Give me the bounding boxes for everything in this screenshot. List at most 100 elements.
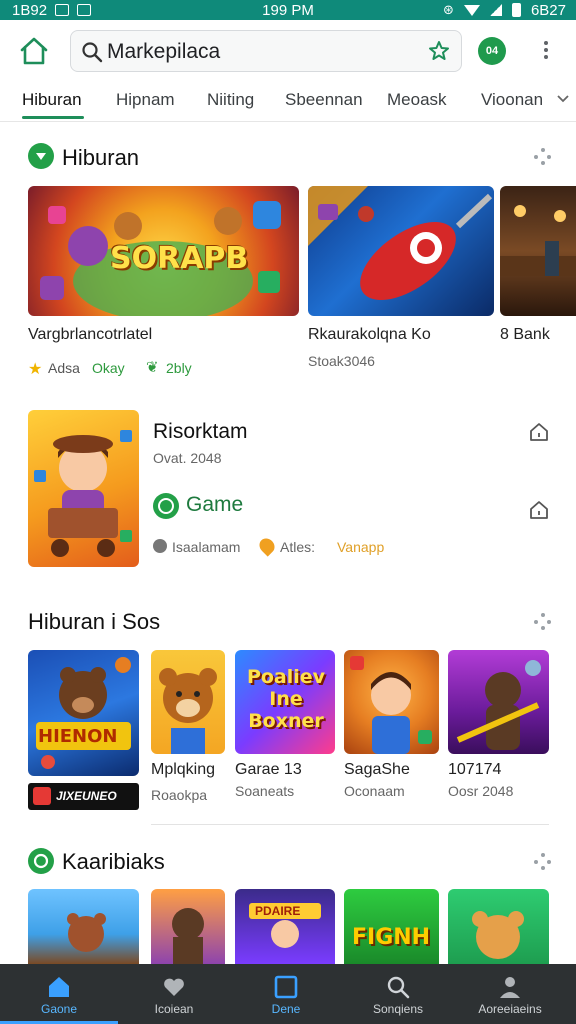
home-icon[interactable]	[18, 36, 50, 66]
person-icon	[500, 977, 520, 998]
game-art-title: SORAPB	[110, 241, 249, 276]
wifi-icon	[463, 4, 480, 16]
game-label: Game	[186, 493, 244, 516]
battery-icon	[511, 3, 521, 17]
section-more-icon[interactable]	[534, 853, 552, 871]
game-thumbnail[interactable]: SORAPB	[28, 186, 299, 316]
game-thumbnail[interactable]: FIGNH	[344, 889, 439, 964]
featured-meta: Atles:	[280, 539, 316, 555]
tab-hipnam[interactable]: Hipnam	[116, 90, 175, 110]
card-title: Garae 13	[235, 761, 302, 778]
tab-hiburan[interactable]: Hiburan	[22, 90, 82, 110]
section-badge-icon	[28, 848, 54, 874]
game-art-image	[249, 903, 321, 948]
nav-label: Aoreeiaeins	[478, 1002, 542, 1016]
card-title: SagaShe	[344, 761, 410, 778]
nav-label: Sonqiens	[372, 1002, 424, 1016]
featured-date: Ovat. 2048	[153, 450, 222, 466]
nav-label: Icoiean	[154, 1002, 194, 1016]
game-art-image	[172, 908, 204, 964]
game-thumbnail[interactable]	[448, 650, 549, 754]
nav-item-search[interactable]: Sonqiens	[342, 964, 454, 1024]
game-art-title: PDAIRE	[255, 904, 301, 918]
bottom-navigation: Gaone Icoiean Dene Sonqiens Aoreeiaeins	[0, 964, 576, 1024]
featured-title: Risorktam	[153, 420, 248, 443]
game-art-title: HIENON	[38, 726, 118, 747]
game-art-image	[500, 205, 576, 276]
card-subtitle: Roaokpa	[151, 787, 208, 803]
nav-item-favorites[interactable]: Icoiean	[118, 964, 230, 1024]
section-divider	[151, 824, 549, 825]
square-icon	[274, 975, 298, 999]
location-pin-icon	[256, 535, 278, 557]
tab-sbeennan[interactable]: Sbeennan	[285, 90, 363, 110]
game-art-title: Poaliev Ine Boxner	[246, 666, 326, 732]
game-thumbnail[interactable]	[151, 889, 225, 964]
game-art-image	[67, 913, 106, 952]
card-title: Rkaurakolqna Ko	[308, 326, 431, 343]
game-thumbnail[interactable]	[308, 186, 494, 316]
chevron-down-icon[interactable]	[556, 92, 570, 106]
section-title-hiburan: Hiburan	[62, 145, 140, 170]
game-art-image	[350, 656, 432, 754]
game-thumbnail[interactable]: HIENON	[28, 650, 139, 776]
game-art-image	[472, 911, 524, 959]
play-icon	[33, 787, 51, 805]
star-icon[interactable]	[427, 39, 451, 63]
home-icon[interactable]	[528, 499, 550, 521]
game-art-image	[456, 660, 541, 750]
game-thumbnail[interactable]: Poaliev Ine Boxner	[235, 650, 335, 754]
active-tab-indicator	[22, 116, 84, 119]
section-more-icon[interactable]	[534, 613, 552, 631]
nav-item-library[interactable]: Dene	[230, 964, 342, 1024]
leaf-icon: ❦	[146, 359, 159, 376]
home-icon[interactable]	[528, 421, 550, 443]
game-thumbnail[interactable]	[344, 650, 439, 754]
nav-item-account[interactable]: Aoreeiaeins	[454, 964, 566, 1024]
section-more-icon[interactable]	[534, 148, 552, 166]
game-art-title: FIGNH	[352, 925, 431, 950]
featured-meta-highlight: Vanapp	[337, 539, 385, 555]
signal-icon	[489, 4, 502, 16]
section-title-kaaribiaks: Kaaribiaks	[62, 849, 165, 874]
promo-banner[interactable]: JIXEUNEO	[28, 783, 139, 810]
card-subtitle: Stoak3046	[308, 353, 375, 369]
clock-icon	[153, 539, 167, 553]
game-thumbnail[interactable]	[448, 889, 549, 964]
account-badge[interactable]: 04	[478, 37, 506, 65]
search-icon	[82, 42, 103, 63]
status-right-text: 6B27	[530, 1, 566, 19]
nav-item-home[interactable]: Gaone	[0, 964, 118, 1024]
status-bar: 1B92 199 PM ⊛ 6B27	[0, 0, 576, 20]
promo-banner-text: JIXEUNEO	[56, 789, 117, 803]
featured-game-thumbnail[interactable]	[28, 410, 139, 567]
search-icon	[387, 976, 410, 999]
home-icon	[49, 977, 69, 997]
card-subtitle: Oosr 2048	[448, 783, 514, 799]
game-art-image	[36, 657, 131, 769]
category-tabs: Hiburan Hipnam Niiting Sbeennan Meoask V…	[0, 82, 576, 122]
game-thumbnail[interactable]	[151, 650, 225, 754]
chat-icon	[153, 493, 179, 519]
game-thumbnail[interactable]: PDAIRE	[235, 889, 335, 964]
card-rating: Adsa	[48, 360, 80, 376]
more-options-icon[interactable]	[537, 38, 555, 64]
app-header: Markepilaca 04	[0, 20, 576, 82]
search-bar[interactable]: Markepilaca	[70, 30, 462, 72]
game-art-image	[308, 186, 493, 301]
nav-label: Gaone	[40, 1002, 78, 1016]
card-subtitle: Soaneats	[235, 783, 295, 799]
game-art-image	[34, 430, 132, 557]
section-badge-icon	[28, 143, 54, 169]
tab-niiting[interactable]: Niiting	[207, 90, 254, 110]
card-title: Vargbrlancotrlatel	[28, 326, 153, 343]
game-thumbnail[interactable]	[28, 889, 139, 964]
tab-vioonan[interactable]: Vioonan	[481, 90, 543, 110]
card-badge: 2bly	[166, 360, 192, 376]
game-art-image	[159, 668, 217, 754]
sync-icon: ⊛	[443, 2, 454, 17]
nav-label: Dene	[271, 1002, 301, 1016]
game-thumbnail[interactable]	[500, 186, 576, 316]
tab-meoask[interactable]: Meoask	[387, 90, 447, 110]
search-input[interactable]: Markepilaca	[107, 40, 220, 64]
